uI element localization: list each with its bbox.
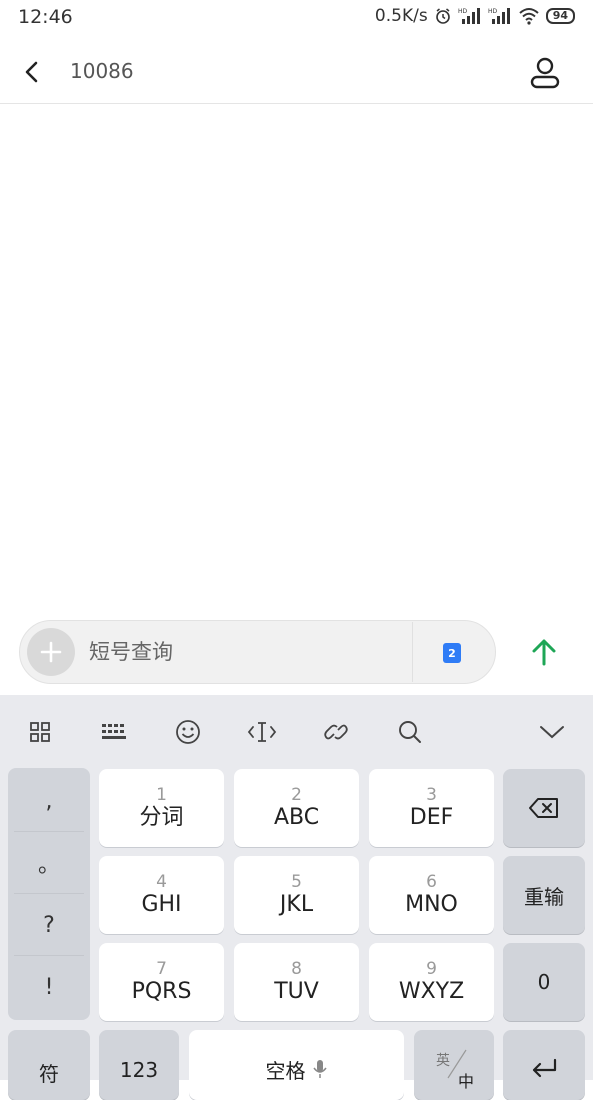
- key-label: GHI: [141, 892, 182, 917]
- search-button[interactable]: [390, 712, 430, 752]
- svg-text:HD: HD: [488, 8, 498, 15]
- conversation-title: 10086: [70, 59, 134, 83]
- key-5[interactable]: 5 JKL: [234, 856, 359, 934]
- key-number: 5: [291, 872, 302, 892]
- key-2[interactable]: 2 ABC: [234, 769, 359, 847]
- key-number: 6: [426, 872, 437, 892]
- emoji-icon: [176, 720, 200, 744]
- enter-key[interactable]: [503, 1030, 585, 1100]
- key-label: DEF: [409, 805, 454, 830]
- send-arrow-icon: [532, 639, 556, 666]
- key-1[interactable]: 1 分词: [99, 769, 224, 847]
- key-8[interactable]: 8 TUV: [234, 943, 359, 1021]
- emoji-button[interactable]: [168, 712, 208, 752]
- key-label: MNO: [405, 892, 458, 917]
- wifi-icon: [519, 8, 539, 25]
- svg-text:HD: HD: [458, 8, 468, 15]
- key-9[interactable]: 9 WXYZ: [369, 943, 494, 1021]
- punct-period-key[interactable]: 。: [8, 832, 90, 894]
- space-label: 空格: [265, 1059, 306, 1083]
- key-number: 1: [156, 785, 167, 805]
- network-speed: 0.5K/s: [374, 6, 428, 26]
- contact-button[interactable]: [523, 53, 567, 93]
- link-icon: [324, 724, 348, 740]
- key-number: 2: [291, 785, 302, 805]
- language-switch-key[interactable]: 英 中: [414, 1030, 494, 1100]
- backspace-icon: [529, 798, 558, 818]
- key-label: PQRS: [131, 979, 192, 1004]
- back-button[interactable]: [16, 56, 48, 88]
- cursor-move-button[interactable]: [242, 712, 282, 752]
- key-number: 3: [426, 785, 437, 805]
- punct-question-key[interactable]: ?: [8, 894, 90, 956]
- key-7[interactable]: 7 PQRS: [99, 943, 224, 1021]
- key-label: TUV: [274, 979, 319, 1004]
- back-arrow-icon: [25, 61, 38, 83]
- sim-selector-button[interactable]: 2: [432, 638, 472, 668]
- key-number: 8: [291, 959, 302, 979]
- microphone-icon: [312, 1060, 327, 1078]
- punct-exclaim-key[interactable]: !: [8, 956, 90, 1018]
- add-attachment-button[interactable]: [27, 628, 75, 676]
- enter-icon: [532, 1058, 557, 1078]
- retype-key[interactable]: 重输: [503, 856, 585, 934]
- clipboard-link-button[interactable]: [316, 712, 356, 752]
- key-number: 4: [156, 872, 167, 892]
- signal-hd-icon: HD: [458, 8, 480, 24]
- menu-grid-button[interactable]: [20, 712, 60, 752]
- key-label: 分词: [139, 805, 184, 830]
- composer-divider: [412, 622, 413, 682]
- sim-card-icon: 2: [443, 643, 461, 663]
- cursor-icon: [247, 722, 277, 742]
- space-key[interactable]: 空格: [189, 1030, 404, 1100]
- keyboard-icon: [102, 724, 126, 739]
- send-button[interactable]: [522, 630, 566, 674]
- key-4[interactable]: 4 GHI: [99, 856, 224, 934]
- key-6[interactable]: 6 MNO: [369, 856, 494, 934]
- keyboard-layout-button[interactable]: [94, 712, 134, 752]
- key-label: ABC: [273, 805, 320, 830]
- grid-icon: [30, 722, 50, 742]
- key-3[interactable]: 3 DEF: [369, 769, 494, 847]
- message-input[interactable]: [89, 628, 399, 676]
- key-label: WXYZ: [398, 979, 465, 1004]
- punct-comma-key[interactable]: ,: [8, 770, 90, 832]
- battery-icon: 94: [545, 8, 575, 24]
- search-icon: [399, 721, 421, 743]
- lang-zh-label: 中: [458, 1072, 475, 1091]
- signal-hd-icon: HD: [488, 8, 510, 24]
- alarm-icon: [435, 8, 450, 24]
- plus-icon: [40, 641, 62, 663]
- status-icons: 0.5K/s HD HD 94: [375, 6, 575, 26]
- sim-number: 2: [448, 646, 456, 660]
- key-label: JKL: [279, 892, 314, 917]
- backspace-key[interactable]: [503, 769, 585, 847]
- status-time: 12:46: [18, 6, 73, 28]
- zero-key[interactable]: 0: [503, 943, 585, 1021]
- message-list[interactable]: [0, 104, 593, 614]
- collapse-keyboard-button[interactable]: [532, 712, 572, 752]
- key-number: 9: [426, 959, 437, 979]
- key-number: 7: [156, 959, 167, 979]
- symbol-key[interactable]: 符: [8, 1030, 90, 1100]
- contact-icon: [530, 57, 560, 89]
- collapse-icon: [540, 726, 564, 739]
- numbers-key[interactable]: 123: [99, 1030, 179, 1100]
